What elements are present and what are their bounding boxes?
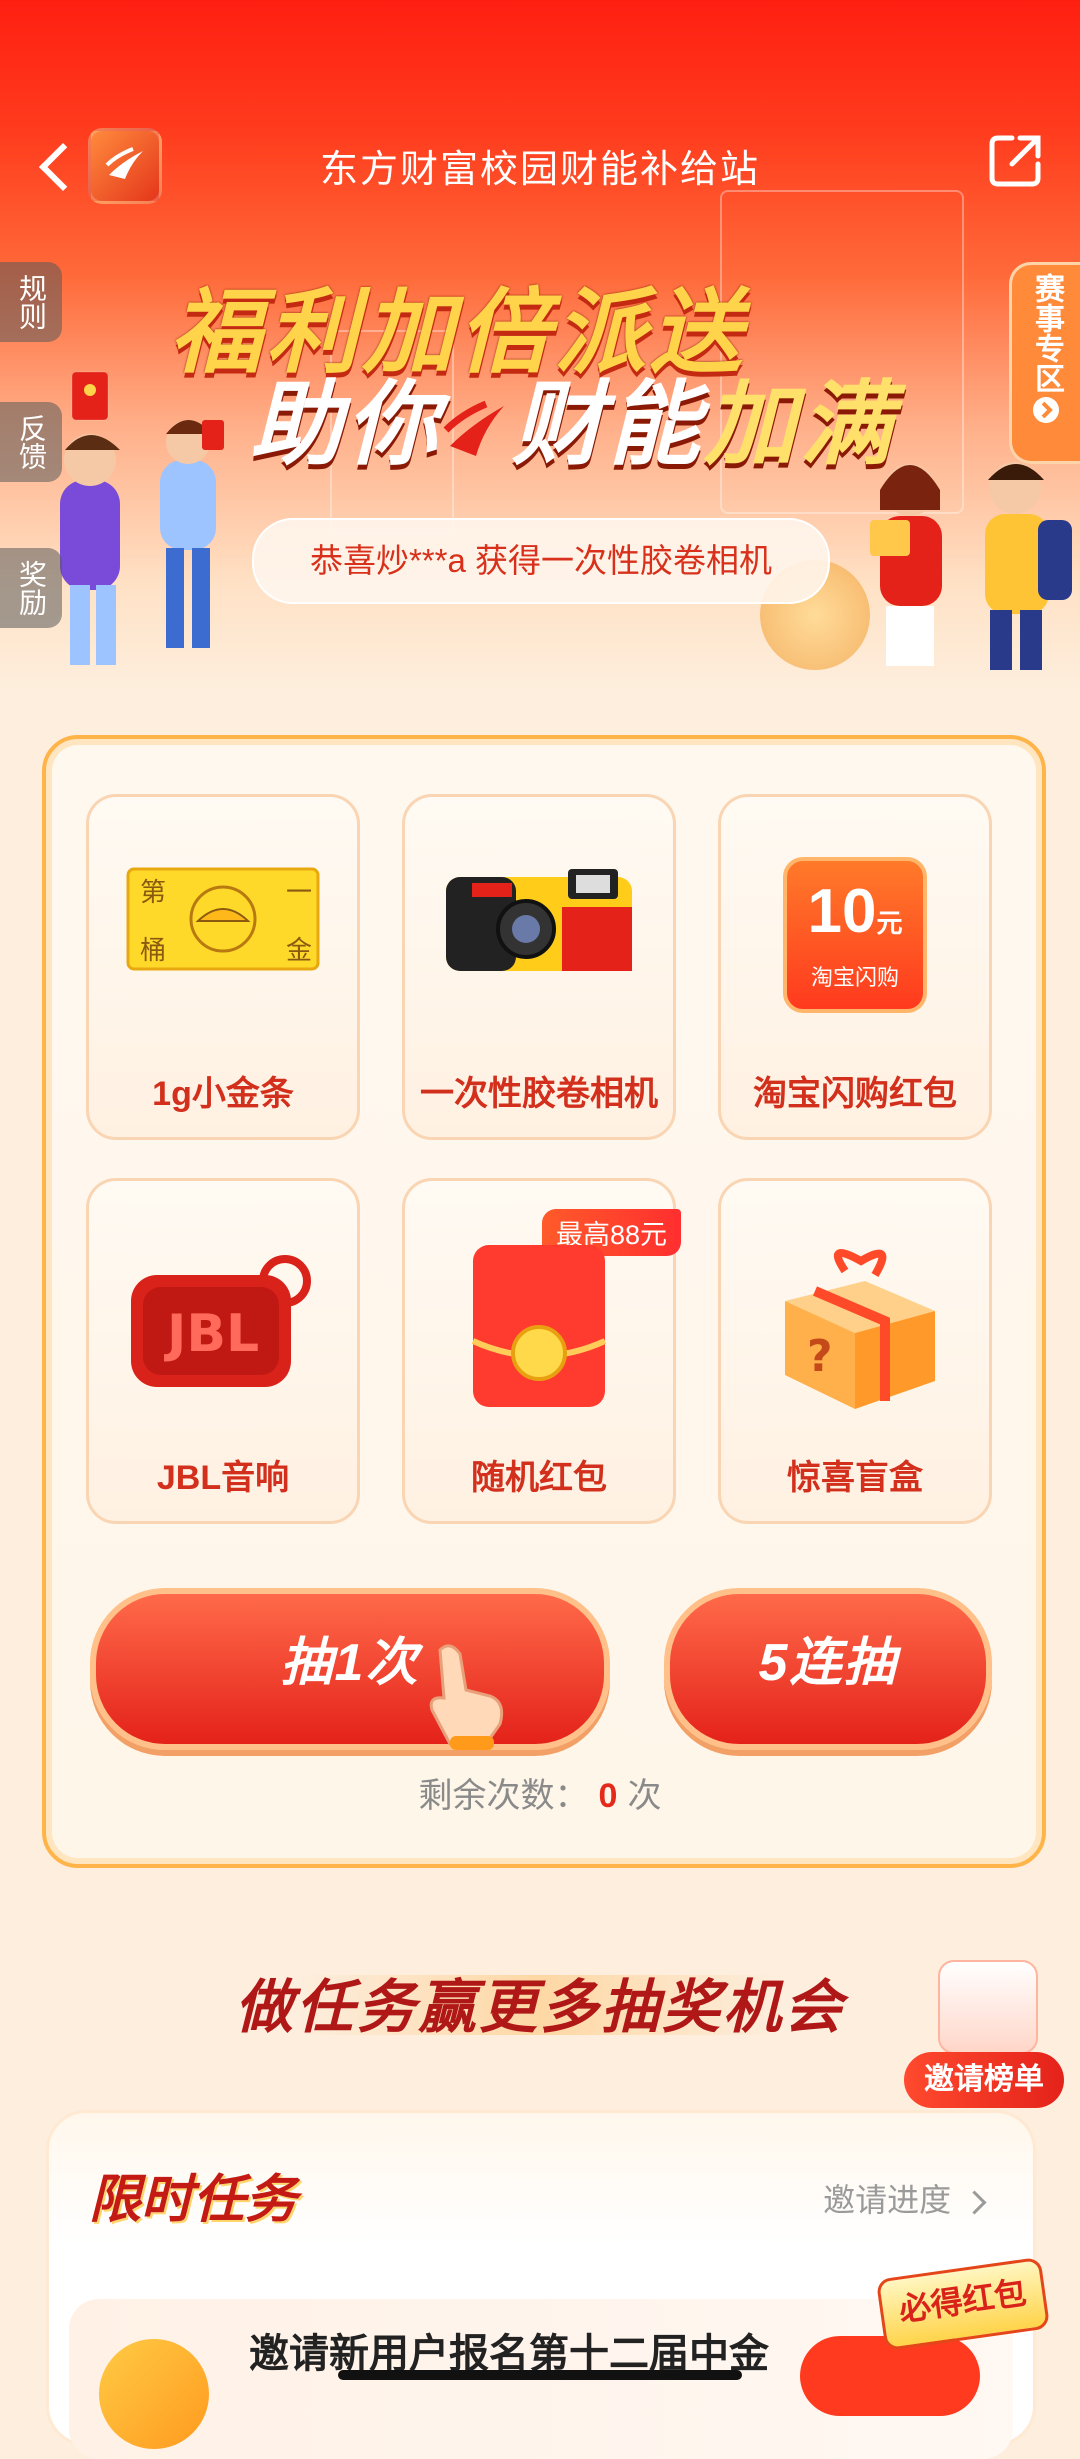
page-title: 东方财富校园财能补给站 (319, 149, 760, 191)
chevron-right-icon (962, 2190, 987, 2215)
speaker-icon: JBL (131, 1255, 311, 1387)
invite-progress-link[interactable]: 邀请进度 (823, 2175, 987, 2221)
feedback-tab-label: 反馈 (16, 414, 47, 470)
prize-label: 一次性胶卷相机 (420, 1075, 658, 1113)
eastmoney-swoosh-icon (443, 400, 505, 456)
prize-camera[interactable]: 一次性胶卷相机 (402, 794, 676, 1140)
prize-label: 1g小金条 (152, 1075, 294, 1113)
voucher-subtitle: 淘宝闪购 (810, 965, 899, 990)
prize-jbl-speaker[interactable]: JBL JBL音响 (86, 1178, 360, 1524)
camera-icon (446, 869, 632, 971)
svg-text:?: ? (807, 1331, 833, 1382)
rewards-tab-label: 奖励 (16, 560, 47, 616)
invite-progress-label: 邀请进度 (823, 2182, 952, 2218)
rules-tab-label: 规则 (16, 274, 47, 330)
headline-part: 财能 (512, 374, 705, 476)
task-action-button[interactable] (800, 2336, 980, 2416)
headline-part: 助你 (250, 374, 443, 476)
svg-text:桶: 桶 (140, 936, 166, 966)
gold-bar-icon: 第 一 桶 金 (126, 867, 320, 971)
prize-random-red-envelope[interactable]: 最高88元 随机红包 (402, 1178, 681, 1524)
prize-label: JBL音响 (156, 1459, 290, 1497)
invite-ranking-button[interactable]: 邀请榜单 (904, 1960, 1064, 2110)
prize-taobao-voucher[interactable]: 10元 淘宝闪购 淘宝闪购红包 (718, 794, 992, 1140)
taobao-voucher-icon: 10元 淘宝闪购 (783, 857, 927, 1013)
draw-once-button[interactable]: 抽1次 (90, 1588, 610, 1750)
svg-text:一: 一 (286, 878, 312, 908)
events-zone-tab[interactable]: 赛事专区 (1009, 262, 1080, 464)
top-nav-bar: 东方财富校园财能补给站 (0, 120, 1080, 210)
red-envelope-decor (71, 371, 109, 421)
remaining-count: 0 (598, 1777, 618, 1815)
prize-gold-bar[interactable]: 第 一 桶 金 1g小金条 (86, 794, 360, 1140)
red-envelope-icon (471, 1245, 607, 1407)
headline-part: 加满 (704, 374, 897, 476)
rules-tab[interactable]: 规则 (0, 262, 62, 342)
gift-people-illustration (870, 462, 1072, 670)
feedback-tab[interactable]: 反馈 (0, 402, 62, 482)
svg-text:JBL: JBL (164, 1304, 259, 1364)
prize-mystery-box[interactable]: ? 惊喜盲盒 (718, 1178, 992, 1524)
mystery-box-icon: ? (785, 1249, 935, 1409)
winner-notice: 恭喜炒***a 获得一次性胶卷相机 (252, 518, 830, 604)
prize-label: 淘宝闪购红包 (753, 1075, 957, 1113)
task-icon (99, 2339, 209, 2449)
limited-task-title: 限时任务 (89, 2171, 298, 2229)
prize-label: 随机红包 (471, 1459, 607, 1497)
rewards-tab[interactable]: 奖励 (0, 548, 62, 628)
pointing-hand-icon (429, 1644, 504, 1750)
remaining-draws: 剩余次数： 0 次 (0, 1768, 1080, 1817)
svg-text:第: 第 (140, 878, 166, 908)
share-button[interactable] (984, 130, 1046, 192)
prize-label: 惊喜盲盒 (787, 1459, 923, 1497)
remaining-unit: 次 (627, 1777, 662, 1815)
events-zone-label: 赛事专区 (1030, 273, 1063, 393)
svg-text:金: 金 (286, 936, 312, 966)
draw-five-button[interactable]: 5连抽 (664, 1588, 992, 1750)
home-indicator[interactable] (338, 2370, 742, 2380)
banner-headline-2: 助你 财能加满 (250, 350, 896, 483)
voucher-amount: 10 (807, 877, 877, 946)
remaining-label: 剩余次数： (418, 1777, 589, 1815)
chevron-right-circle-icon (1033, 397, 1059, 423)
voucher-unit: 元 (876, 908, 903, 938)
envelope-icon (938, 1960, 1038, 2054)
invite-ranking-label: 邀请榜单 (904, 2052, 1064, 2108)
share-external-icon (989, 135, 1041, 187)
